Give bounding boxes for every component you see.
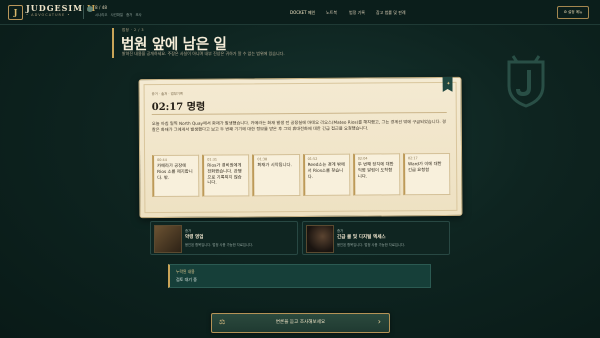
- evidence-name: 긴급 콜 및 디지털 엑세스: [337, 235, 386, 240]
- progress-icon: [87, 6, 93, 12]
- case-document: ✦ 증거 · 출처 · 법정기록 02:17 명령 오늘 아침 일찍 North…: [138, 76, 463, 219]
- evidence-tag: 증거: [185, 229, 192, 233]
- timeline-card[interactable]: 02:17 Ward가 이에 대한 긴급 요청함: [402, 152, 451, 196]
- timeline-text: 두 번째 장치에 대한 익명 알림이 도착합니다.: [357, 162, 394, 180]
- bookmark-mark-icon: ✦: [446, 80, 451, 87]
- divider: [83, 5, 84, 19]
- nav-notebook[interactable]: 노트북: [326, 10, 337, 16]
- notice-label: 누락된 내용: [176, 269, 195, 274]
- evidence-thumbnail: [154, 225, 182, 253]
- timeline-time: 00:44: [157, 157, 167, 163]
- timeline-text: Ward가 이에 대한 긴급 요청함: [407, 162, 442, 174]
- timeline-card[interactable]: 01:38 화재가 시작됩니다.: [252, 154, 300, 197]
- notice-value: 검토 대기 중: [176, 277, 197, 282]
- timeline-text: 화재가 시작됩니다.: [257, 163, 292, 169]
- missing-info-notice: 누락된 내용 검토 대기 중: [168, 264, 431, 288]
- meta-evidence: 증거 조사: [126, 13, 142, 17]
- timeline-card[interactable]: 02:04 두 번째 장치에 대한 익명 알림이 도착합니다.: [352, 153, 401, 196]
- evidence-desc: 봉인된 항목입니다. 법정 사용 가능한 자료입니다.: [185, 243, 253, 247]
- progress-count: 8 / 48: [95, 5, 108, 10]
- evidence-desc: 봉인된 항목입니다. 법정 사용 가능한 자료입니다.: [337, 243, 405, 247]
- case-body: 오늘 아침 일찍 North Quay에서 화재가 발생했습니다. 카메라는 화…: [151, 118, 446, 133]
- nav-docket[interactable]: DOCKET 메인: [290, 10, 315, 16]
- timeline-card[interactable]: 00:44 카메라가 공장에 Rios 소를 제지합니다. 밖.: [152, 154, 200, 198]
- timeline-card[interactable]: 01:31 Rios가 경비원에게 전화했습니다. 관행으로 기록되지 않습니다.: [202, 154, 250, 197]
- nav-court-record[interactable]: 법정 기록: [349, 10, 365, 16]
- evidence-name: 악령 영업: [185, 235, 204, 240]
- nav-law-reference[interactable]: 참고 법률 및 판례: [376, 10, 406, 16]
- settings-label: 설정 메뉴: [568, 10, 583, 14]
- page-subtitle: 밝혀진 내용을 공개하세요. 주장은 사실이 아니며 내부 진상은 귀하가 알 …: [122, 51, 285, 56]
- timeline-time: 02:17: [407, 156, 418, 161]
- timeline-text: Rios가 경비원에게 전화했습니다. 관행으로 기록되지 않습니다.: [207, 163, 242, 187]
- timeline-time: 01:31: [207, 157, 218, 162]
- timeline-text: 카메라가 공장에 Rios 소를 제지합니다. 밖.: [157, 163, 193, 181]
- timeline: 00:44 카메라가 공장에 Rios 소를 제지합니다. 밖. 01:31 Rio…: [152, 152, 451, 198]
- meta-scenario: 시나리오: [95, 13, 108, 17]
- evidence-thumbnail: [306, 225, 334, 253]
- timeline-time: 02:04: [357, 156, 368, 161]
- page-eyebrow: 법정 · 2 / 3: [122, 28, 145, 32]
- evidence-card[interactable]: 증거 악령 영업 봉인된 항목입니다. 법정 사용 가능한 자료입니다.: [150, 221, 298, 255]
- timeline-card[interactable]: 01:52 Reed소는 경계 밖에서 Rios소를 찾습니다.: [302, 153, 351, 196]
- court-seal-icon: [507, 55, 545, 108]
- proceed-label: 변론을 듣고 조사해보세요: [275, 320, 326, 325]
- progress-meta: 시나리오 사건파일 증거 조사: [95, 12, 142, 17]
- title-accent: [112, 28, 114, 58]
- case-label: 증거 · 출처 · 법정기록: [151, 91, 184, 97]
- brand-name: JUDGESIM: [26, 3, 84, 13]
- settings-button[interactable]: ⚙ 설정 메뉴: [557, 6, 589, 19]
- timeline-time: 01:52: [307, 156, 318, 161]
- evidence-tag: 증거: [337, 229, 344, 233]
- proceed-button[interactable]: ⚖ 변론을 듣고 조사해보세요 ›: [211, 313, 390, 333]
- case-title: 02:17 명령: [151, 101, 206, 114]
- timeline-text: Reed소는 경계 밖에서 Rios소를 찾습니다.: [307, 162, 345, 180]
- brand-title: JUDGESIM II: [26, 3, 96, 13]
- timeline-time: 01:38: [257, 157, 268, 162]
- brand-subtitle: • ADVOCATURE •: [26, 13, 71, 17]
- meta-casefile: 사건파일: [110, 13, 124, 17]
- top-bar: J JUDGESIM II • ADVOCATURE • 8 / 48 시나리오…: [0, 0, 600, 25]
- logo[interactable]: J: [8, 5, 23, 20]
- evidence-card[interactable]: 증거 긴급 콜 및 디지털 엑세스 봉인된 항목입니다. 법정 사용 가능한 자…: [302, 221, 450, 255]
- chevron-right-icon: ›: [377, 317, 381, 326]
